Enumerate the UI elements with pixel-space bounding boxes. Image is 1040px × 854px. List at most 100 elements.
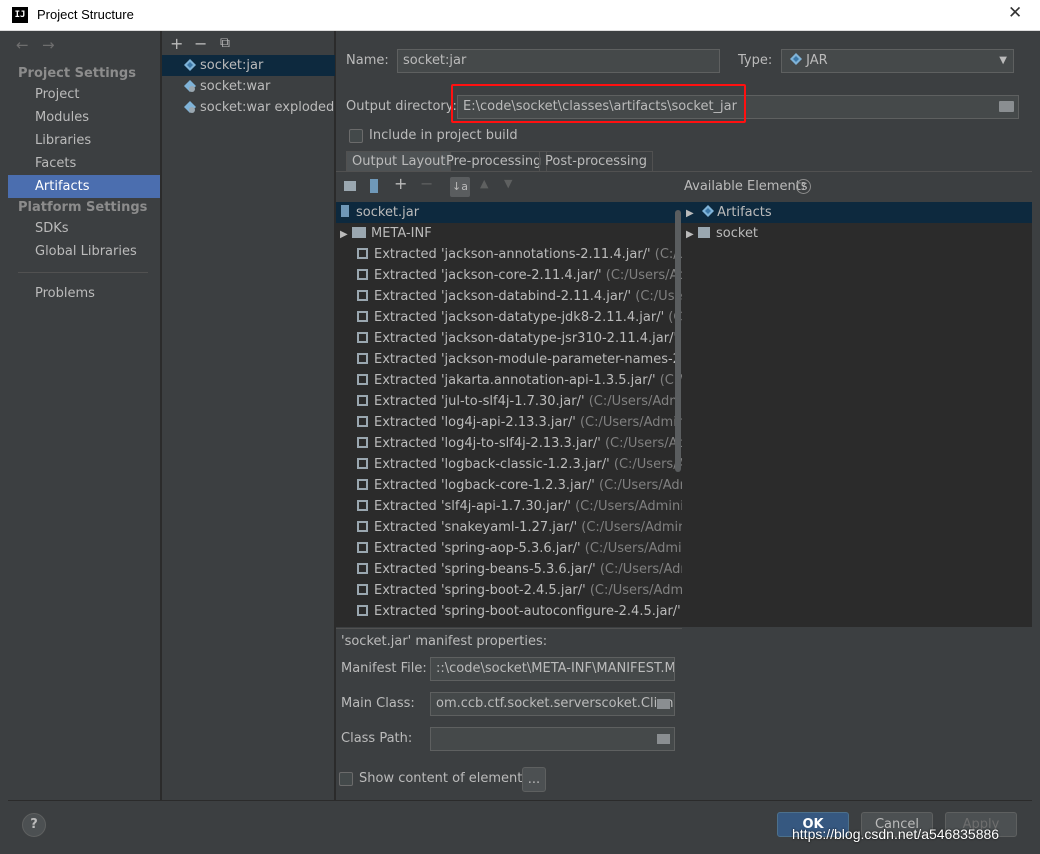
- tree-item-extracted[interactable]: Extracted 'jackson-databind-2.11.4.jar/'…: [336, 286, 682, 307]
- extracted-archive-icon: [357, 542, 368, 553]
- back-arrow-icon[interactable]: ←: [16, 36, 29, 54]
- artifact-item-socket-war-exploded[interactable]: socket:war exploded: [162, 97, 335, 118]
- name-field[interactable]: socket:jar: [397, 49, 720, 73]
- add-element-icon[interactable]: +: [394, 174, 407, 193]
- browse-folder-icon[interactable]: [657, 699, 670, 709]
- available-item-label: socket: [716, 226, 759, 241]
- tree-item-extracted[interactable]: Extracted 'log4j-to-slf4j-2.13.3.jar/' (…: [336, 433, 682, 454]
- tree-root-label: socket.jar: [356, 205, 420, 220]
- tree-item-meta-inf[interactable]: ▶ META-INF: [336, 223, 432, 244]
- create-archive-icon[interactable]: [370, 179, 378, 193]
- tab-post-processing[interactable]: Post-processing: [539, 151, 653, 172]
- extracted-path: (C:/Users/Administrator/.m2/: [599, 562, 682, 577]
- extracted-archive-icon: [357, 479, 368, 490]
- tree-item-extracted[interactable]: Extracted 'jackson-datatype-jsr310-2.11.…: [336, 328, 682, 349]
- sidebar-item-sdks[interactable]: SDKs: [8, 217, 160, 240]
- available-item-socket[interactable]: ▶ socket: [682, 223, 758, 244]
- sidebar-divider: [18, 272, 148, 273]
- extracted-archive-icon: [357, 248, 368, 259]
- extracted-name: Extracted 'snakeyaml-1.27.jar/': [374, 520, 578, 535]
- sidebar-item-global-libraries[interactable]: Global Libraries: [8, 240, 160, 263]
- artifact-label: socket:jar: [200, 58, 264, 73]
- type-value: JAR: [806, 53, 828, 68]
- extracted-archive-icon: [357, 269, 368, 280]
- available-item-artifacts[interactable]: ▶ Artifacts: [682, 202, 1032, 223]
- move-down-icon[interactable]: ▼: [504, 177, 512, 190]
- remove-artifact-button[interactable]: −: [194, 34, 207, 53]
- extracted-archive-icon: [357, 458, 368, 469]
- tree-scrollbar[interactable]: [675, 210, 681, 472]
- jar-archive-icon: [341, 205, 349, 217]
- tree-item-extracted[interactable]: Extracted 'snakeyaml-1.27.jar/' (C:/User…: [336, 517, 682, 538]
- browse-folder-icon[interactable]: [999, 101, 1014, 112]
- help-circle-icon[interactable]: ?: [796, 179, 811, 194]
- tree-item-extracted[interactable]: Extracted 'jackson-datatype-jdk8-2.11.4.…: [336, 307, 682, 328]
- copy-artifact-button[interactable]: ⧉: [220, 35, 230, 51]
- sidebar-item-artifacts[interactable]: Artifacts: [8, 175, 160, 198]
- sidebar-item-project[interactable]: Project: [8, 83, 160, 106]
- sidebar-item-facets[interactable]: Facets: [8, 152, 160, 175]
- remove-element-icon[interactable]: −: [420, 174, 433, 193]
- extracted-name: Extracted 'jackson-module-parameter-name…: [374, 352, 682, 367]
- tree-item-extracted[interactable]: Extracted 'jackson-core-2.11.4.jar/' (C:…: [336, 265, 682, 286]
- help-button[interactable]: ?: [22, 813, 46, 837]
- tree-item-extracted[interactable]: Extracted 'logback-core-1.2.3.jar/' (C:/…: [336, 475, 682, 496]
- main-class-value: om.ccb.ctf.socket.serverscoket.Client: [436, 696, 675, 711]
- sidebar-item-modules[interactable]: Modules: [8, 106, 160, 129]
- browse-folder-icon[interactable]: [657, 734, 670, 744]
- create-directory-icon[interactable]: [344, 181, 356, 191]
- extracted-path: (C:/Users/Administrator/.m2/: [575, 499, 682, 514]
- available-elements-tree[interactable]: ▶ Artifacts ▶ socket: [682, 202, 1032, 627]
- expand-arrow-icon[interactable]: ▶: [686, 224, 698, 245]
- manifest-divider: [336, 628, 682, 629]
- tree-item-extracted[interactable]: Extracted 'spring-beans-5.3.6.jar/' (C:/…: [336, 559, 682, 580]
- tree-item-extracted[interactable]: Extracted 'jul-to-slf4j-1.7.30.jar/' (C:…: [336, 391, 682, 412]
- tree-item-extracted[interactable]: Extracted 'log4j-api-2.13.3.jar/' (C:/Us…: [336, 412, 682, 433]
- output-directory-label: Output directory:: [346, 99, 457, 114]
- artifact-item-socket-war[interactable]: socket:war: [162, 76, 335, 97]
- artifact-item-socket-jar[interactable]: socket:jar: [162, 55, 335, 76]
- add-artifact-button[interactable]: +: [170, 34, 183, 53]
- extracted-name: Extracted 'slf4j-api-1.7.30.jar/': [374, 499, 571, 514]
- manifest-file-field[interactable]: ::\code\socket\META-INF\MANIFEST.MF: [430, 657, 675, 681]
- artifacts-list-panel: + − ⧉ socket:jar socket:war socket:war e…: [162, 31, 335, 800]
- main-class-label: Main Class:: [341, 696, 415, 711]
- tree-root-socket-jar[interactable]: socket.jar: [336, 202, 682, 223]
- type-select[interactable]: JAR ▼: [781, 49, 1014, 73]
- tree-item-extracted[interactable]: Extracted 'slf4j-api-1.7.30.jar/' (C:/Us…: [336, 496, 682, 517]
- extracted-name: Extracted 'jackson-datatype-jsr310-2.11.…: [374, 331, 678, 346]
- project-settings-header: Project Settings: [18, 66, 136, 81]
- sort-elements-icon[interactable]: ↓a: [450, 177, 470, 197]
- close-window-button[interactable]: ✕: [1008, 3, 1022, 23]
- include-in-build-checkbox[interactable]: [349, 129, 363, 143]
- manifest-header: 'socket.jar' manifest properties:: [341, 634, 548, 649]
- tree-item-extracted[interactable]: Extracted 'spring-aop-5.3.6.jar/' (C:/Us…: [336, 538, 682, 559]
- extracted-archive-icon: [357, 395, 368, 406]
- forward-arrow-icon[interactable]: →: [42, 36, 55, 54]
- output-layout-tree[interactable]: socket.jar ▶ META-INF Extracted 'jackson-…: [336, 202, 682, 627]
- extracted-archive-icon: [357, 374, 368, 385]
- extracted-name: Extracted 'logback-classic-1.2.3.jar/': [374, 457, 610, 472]
- tree-item-extracted[interactable]: Extracted 'jackson-module-parameter-name…: [336, 349, 682, 370]
- expand-arrow-icon[interactable]: ▶: [340, 224, 352, 245]
- sidebar-item-libraries[interactable]: Libraries: [8, 129, 160, 152]
- tab-output-layout[interactable]: Output Layout: [346, 151, 452, 172]
- show-content-options-button[interactable]: ...: [522, 767, 546, 792]
- tree-item-extracted[interactable]: Extracted 'logback-classic-1.2.3.jar/' (…: [336, 454, 682, 475]
- show-content-checkbox[interactable]: [339, 772, 353, 786]
- artifacts-icon: [702, 205, 715, 217]
- extracted-name: Extracted 'jakarta.annotation-api-1.3.5.…: [374, 373, 656, 388]
- main-class-field[interactable]: om.ccb.ctf.socket.serverscoket.Client: [430, 692, 675, 716]
- extracted-archive-icon: [357, 563, 368, 574]
- class-path-field[interactable]: [430, 727, 675, 751]
- extracted-name: Extracted 'spring-boot-autoconfigure-2.4…: [374, 604, 681, 619]
- sidebar-item-problems[interactable]: Problems: [8, 282, 160, 305]
- tab-pre-processing[interactable]: Pre-processing: [440, 151, 548, 172]
- move-up-icon[interactable]: ▲: [480, 177, 488, 190]
- tree-item-extracted[interactable]: Extracted 'spring-boot-autoconfigure-2.4…: [336, 601, 682, 622]
- tree-item-extracted[interactable]: Extracted 'jackson-annotations-2.11.4.ja…: [336, 244, 682, 265]
- extracted-archive-icon: [357, 416, 368, 427]
- tree-item-extracted[interactable]: Extracted 'jakarta.annotation-api-1.3.5.…: [336, 370, 682, 391]
- tree-item-extracted[interactable]: Extracted 'spring-boot-2.4.5.jar/' (C:/U…: [336, 580, 682, 601]
- expand-arrow-icon[interactable]: ▶: [686, 203, 698, 224]
